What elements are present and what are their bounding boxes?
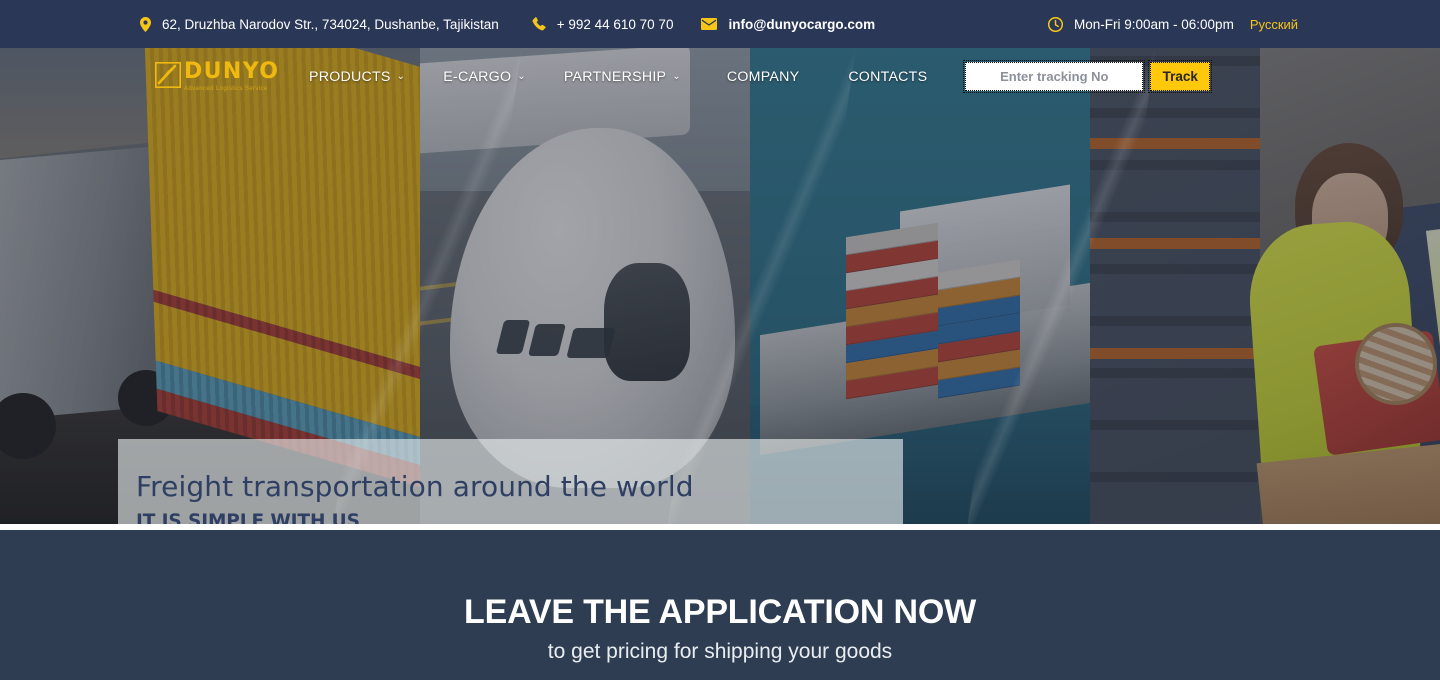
cta-section: LEAVE THE APPLICATION NOW to get pricing… bbox=[0, 530, 1440, 680]
logo-wordmark: DUNYO Advanced Logistics Service bbox=[184, 58, 280, 92]
logo-name: DUNYO bbox=[184, 58, 280, 84]
worker-face bbox=[1312, 173, 1388, 265]
language-switch-link[interactable]: Русский bbox=[1250, 17, 1298, 32]
envelope-icon bbox=[701, 18, 718, 30]
cockpit-window bbox=[566, 328, 616, 358]
hero-subtitle: IT IS SIMPLE WITH US bbox=[136, 511, 360, 524]
truck-wheel bbox=[118, 370, 174, 426]
address-item: 62, Druzhba Narodov Str., 734024, Dushan… bbox=[140, 16, 499, 32]
hours-item: Mon-Fri 9:00am - 06:00pm bbox=[1048, 16, 1234, 32]
topbar-hours-group: Mon-Fri 9:00am - 06:00pm Русский bbox=[1048, 16, 1298, 32]
nav-item-e-cargo[interactable]: E-CARGO ⌄ bbox=[424, 69, 545, 85]
runway-marking bbox=[420, 267, 580, 293]
chevron-down-icon: ⌄ bbox=[517, 70, 526, 82]
dunyo-swoosh-logo-icon bbox=[155, 61, 181, 88]
nav-item-contacts[interactable]: CONTACTS bbox=[826, 69, 949, 85]
second-worker bbox=[1380, 188, 1440, 524]
nav-item-label: PARTNERSHIP bbox=[563, 68, 667, 85]
site-logo[interactable]: DUNYO Advanced Logistics Service bbox=[155, 60, 278, 92]
second-worker-hi-vis-vest bbox=[1425, 217, 1440, 524]
cockpit-window bbox=[528, 324, 566, 356]
chevron-down-icon: ⌄ bbox=[396, 70, 406, 82]
truck-wheel bbox=[0, 393, 56, 459]
nav-item-label: COMPANY bbox=[726, 68, 800, 85]
container-stack bbox=[938, 259, 1020, 399]
runway-marking bbox=[420, 306, 540, 330]
track-button[interactable]: Track bbox=[1148, 60, 1213, 93]
truck-trailer bbox=[0, 143, 190, 423]
airplane-nose bbox=[450, 128, 735, 488]
nav-item-label: CONTACTS bbox=[848, 68, 928, 85]
phone-item[interactable]: + 992 44 610 70 70 bbox=[532, 16, 674, 32]
phone-text: + 992 44 610 70 70 bbox=[556, 16, 674, 32]
address-text: 62, Druzhba Narodov Str., 734024, Dushan… bbox=[162, 16, 499, 32]
chevron-down-icon: ⌄ bbox=[672, 70, 681, 82]
hero-title: Freight transportation around the world bbox=[136, 470, 694, 503]
container-stack bbox=[846, 222, 938, 400]
location-pin-icon bbox=[140, 16, 151, 32]
rack-beam bbox=[1090, 238, 1260, 249]
clock-icon bbox=[1048, 16, 1063, 32]
nav-item-partnership[interactable]: PARTNERSHIP ⌄ bbox=[545, 69, 700, 85]
nav-item-label: E-CARGO bbox=[443, 68, 512, 85]
top-contact-bar: 62, Druzhba Narodov Str., 734024, Dushan… bbox=[0, 0, 1440, 48]
worker-hi-vis-vest bbox=[1244, 217, 1426, 524]
truck-roof bbox=[0, 135, 220, 179]
ship-hull bbox=[760, 282, 1090, 456]
nav-item-label: PRODUCTS bbox=[309, 68, 391, 85]
tape-dispenser bbox=[1312, 330, 1440, 456]
hero-caption-panel: Freight transportation around the world … bbox=[118, 439, 903, 524]
cockpit-window bbox=[495, 320, 531, 354]
tracking-form: Track bbox=[963, 60, 1213, 93]
nav-item-products[interactable]: PRODUCTS ⌄ bbox=[290, 69, 424, 85]
main-navigation-bar: DUNYO Advanced Logistics Service PRODUCT… bbox=[0, 48, 1440, 105]
warehouse-worker-customs-photo: Cus Dec bbox=[1090, 48, 1440, 524]
tracking-number-input[interactable] bbox=[963, 60, 1146, 93]
nav-item-company[interactable]: COMPANY bbox=[700, 69, 826, 85]
email-text: info@dunyocargo.com bbox=[728, 16, 876, 32]
cta-subtitle: to get pricing for shipping your goods bbox=[547, 640, 893, 663]
airplane-engine bbox=[604, 263, 690, 381]
phone-icon bbox=[532, 17, 546, 31]
worker-head bbox=[1295, 143, 1403, 268]
packing-tape-roll bbox=[1355, 323, 1437, 405]
ship-superstructure bbox=[900, 184, 1070, 332]
cardboard-box bbox=[1256, 433, 1440, 524]
hours-text: Mon-Fri 9:00am - 06:00pm bbox=[1074, 16, 1234, 32]
topbar-contact-group: 62, Druzhba Narodov Str., 734024, Dushan… bbox=[140, 16, 875, 32]
rack-beam bbox=[1090, 138, 1260, 149]
nav-menu: PRODUCTS ⌄ E-CARGO ⌄ PARTNERSHIP ⌄ COMPA… bbox=[290, 69, 949, 85]
email-item[interactable]: info@dunyocargo.com bbox=[701, 17, 875, 32]
hero-banner: Cus Dec DUNYO Advanced Logistics Service bbox=[0, 48, 1440, 524]
cta-title: LEAVE THE APPLICATION NOW bbox=[464, 593, 976, 631]
warehouse-racking bbox=[1090, 48, 1260, 524]
rack-beam bbox=[1090, 348, 1260, 359]
logo-tagline: Advanced Logistics Service bbox=[184, 84, 268, 92]
